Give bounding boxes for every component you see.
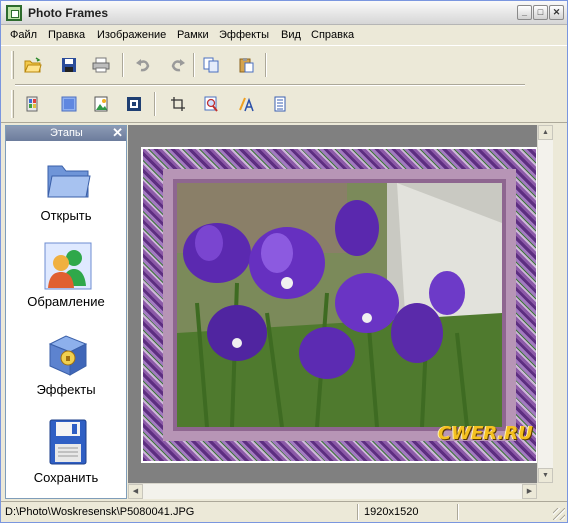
status-bar: D:\Photo\Woskresensk\P5080041.JPG 1920x1… (1, 501, 567, 522)
menu-file[interactable]: Файл (10, 29, 37, 41)
step-label: Открыть (40, 208, 92, 223)
status-separator (357, 504, 359, 520)
layers-icon[interactable] (21, 92, 45, 116)
iris-flowers-image (177, 183, 502, 427)
toolbar-row-2 (1, 88, 567, 122)
step-label: Обрамление (27, 294, 105, 309)
photo-image (177, 183, 502, 427)
blue-square-icon[interactable] (57, 92, 81, 116)
toolbar-separator (265, 53, 267, 77)
image-search-icon[interactable] (199, 92, 223, 116)
effects-box-icon (48, 335, 88, 376)
menu-view[interactable]: Вид (281, 29, 301, 41)
horizontal-scrollbar[interactable]: ◀ ▶ (128, 483, 537, 499)
toolbar-grip[interactable] (11, 51, 14, 79)
crop-icon[interactable] (166, 92, 190, 116)
floppy-disk-icon (49, 419, 87, 465)
scroll-down-icon[interactable]: ▼ (538, 468, 553, 483)
watermark-text: CWER.RU (438, 423, 533, 444)
scroll-left-icon[interactable]: ◀ (128, 484, 143, 499)
menu-help[interactable]: Справка (311, 29, 354, 41)
paste-icon[interactable] (234, 53, 258, 77)
close-button[interactable]: ✕ (549, 5, 564, 20)
text-icon[interactable] (234, 92, 258, 116)
toolbar-separator (154, 92, 156, 116)
save-disk-icon[interactable] (57, 53, 81, 77)
menu-frames[interactable]: Рамки (177, 29, 209, 41)
menu-edit[interactable]: Правка (48, 29, 85, 41)
menu-bar: Файл Правка Изображение Рамки Эффекты Ви… (1, 26, 567, 45)
toolbar-separator (193, 53, 195, 77)
menu-image[interactable]: Изображение (97, 29, 166, 41)
undo-icon[interactable] (131, 53, 155, 77)
toolbar (1, 45, 567, 123)
menu-effects[interactable]: Эффекты (219, 29, 269, 41)
redo-icon[interactable] (166, 53, 190, 77)
close-icon[interactable]: ✕ (112, 125, 123, 141)
framed-photo[interactable]: CWER.RU (141, 147, 538, 463)
steps-panel-header: Этапы ✕ (6, 125, 126, 141)
image-icon[interactable] (89, 92, 113, 116)
status-separator (457, 504, 459, 520)
copy-icon[interactable] (199, 53, 223, 77)
scroll-up-icon[interactable]: ▲ (538, 125, 553, 140)
step-effects[interactable]: Эффекты (6, 330, 126, 416)
toolbar-divider (15, 84, 525, 86)
toolbar-grip[interactable] (11, 90, 14, 118)
maximize-button[interactable]: □ (533, 5, 548, 20)
step-label: Сохранить (33, 470, 99, 485)
scroll-right-icon[interactable]: ▶ (522, 484, 537, 499)
step-open[interactable]: Открыть (6, 156, 126, 242)
window-title: Photo Frames (28, 6, 109, 20)
app-window: Photo Frames _ □ ✕ Файл Правка Изображен… (0, 0, 568, 523)
decorative-frame (143, 149, 536, 461)
step-save[interactable]: Сохранить (6, 418, 126, 504)
toolbar-separator (122, 53, 124, 77)
steps-panel: Этапы ✕ Открыть Обрамление Эффекты Сохра… (5, 125, 127, 499)
step-framing[interactable]: Обрамление (6, 242, 126, 328)
step-label: Эффекты (36, 382, 96, 397)
folder-icon (47, 165, 91, 198)
app-logo-icon (6, 5, 22, 21)
minimize-button[interactable]: _ (517, 5, 532, 20)
resize-grip-icon[interactable] (553, 508, 565, 520)
status-resolution: 1920x1520 (364, 506, 419, 518)
steps-panel-title: Этапы (50, 127, 83, 139)
title-bar[interactable]: Photo Frames _ □ ✕ (1, 1, 567, 25)
status-file-path: D:\Photo\Woskresensk\P5080041.JPG (5, 506, 195, 518)
toolbar-row-1 (1, 49, 567, 83)
frame-mat (163, 169, 516, 441)
frame-icon[interactable] (122, 92, 146, 116)
print-icon[interactable] (89, 53, 113, 77)
people-icon (44, 242, 92, 290)
frame-inner-border (173, 179, 506, 431)
vertical-scrollbar[interactable]: ▲ ▼ (537, 125, 553, 483)
document-icon[interactable] (268, 92, 292, 116)
open-folder-icon[interactable] (21, 53, 45, 77)
